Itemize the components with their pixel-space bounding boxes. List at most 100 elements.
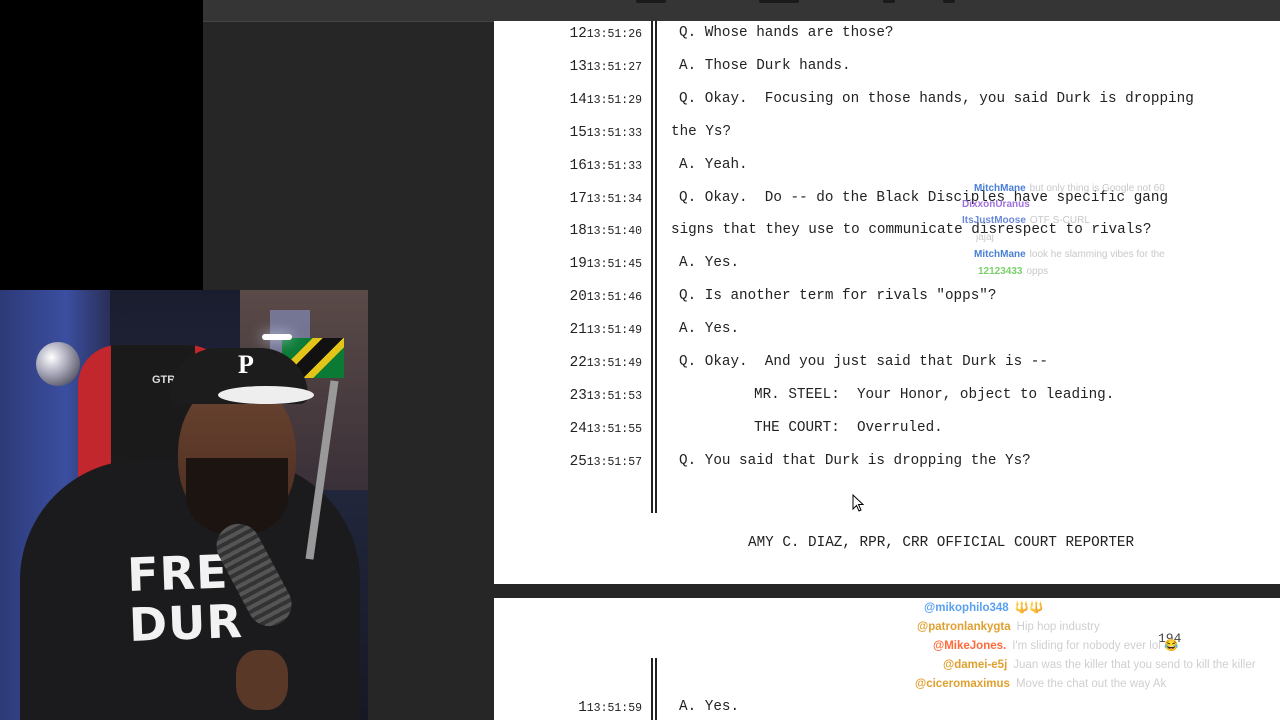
line-number: 1913:51:45 <box>570 257 642 271</box>
timestamp: 13:51:59 <box>586 702 642 715</box>
transcript-line: Q. Whose hands are those? <box>679 25 894 41</box>
chat-text: opps <box>1026 266 1049 277</box>
chat-text: jajaj <box>976 232 994 243</box>
mouse-cursor-icon <box>852 494 864 512</box>
toolbar-button[interactable] <box>759 0 799 3</box>
chat-message: 12123433 opps <box>978 267 1048 277</box>
pdf-toolbar <box>203 0 1280 22</box>
chat-username: @damei-e5j <box>943 659 1008 671</box>
chat-message: MitchMane but only thing is Google not 60 <box>974 184 1165 194</box>
line-number: 1613:51:33 <box>569 157 642 174</box>
chat-username: 12123433 <box>978 266 1023 277</box>
chat-username: MitchMane <box>974 249 1026 260</box>
timestamp: 13:51:57 <box>586 455 642 469</box>
line-number: 1313:51:27 <box>570 60 642 74</box>
line-number: 2313:51:53 <box>570 389 642 403</box>
timestamp: 13:51:45 <box>586 258 642 272</box>
line-number: 1413:51:29 <box>570 93 642 107</box>
toolbar-button[interactable] <box>883 0 895 3</box>
timestamp: 13:51:33 <box>586 159 642 173</box>
toolbar-button[interactable] <box>943 0 955 3</box>
chat-message: DixxonUranus <box>962 200 1030 210</box>
transcript-page: 1213:51:26 Q. Whose hands are those? 1313:… <box>494 21 1280 584</box>
chat-username: @mikophilo348 <box>924 602 1009 614</box>
line-number: 2413:51:55 <box>570 422 642 436</box>
timestamp: 13:51:27 <box>586 60 642 74</box>
chat-text: I'm sliding for nobody ever lol 😂 <box>1012 640 1179 652</box>
chat-text: 🔱🔱 <box>1014 602 1044 614</box>
chat-message: MitchMane look he slamming vibes for the <box>974 250 1165 260</box>
margin-rule <box>651 21 653 513</box>
transcript-line: A. Yes. <box>679 699 740 715</box>
chat-username: @patronlankygta <box>917 621 1011 633</box>
line-number: 2113:51:49 <box>570 323 642 337</box>
line-number-value: 1 <box>578 700 587 716</box>
line-number-value: 20 <box>569 289 587 306</box>
transcript-line: A. Yes. <box>679 321 740 338</box>
chat-text: but only thing is Google not 60 <box>1029 183 1165 194</box>
timestamp: 13:51:34 <box>586 192 642 206</box>
chat-text: Hip hop industry <box>1016 621 1100 633</box>
timestamp: 13:51:26 <box>586 28 642 41</box>
line-number: 1713:51:34 <box>569 190 642 207</box>
cap-logo: P <box>238 350 254 379</box>
chat-text: Move the chat out the way Ak <box>1015 678 1167 690</box>
timestamp: 13:51:55 <box>586 422 642 436</box>
timestamp: 13:51:40 <box>586 225 642 239</box>
timestamp: 13:51:29 <box>586 93 642 107</box>
transcript-line: A. Yes. <box>679 255 740 272</box>
chat-message: jajaj <box>972 233 994 243</box>
chat-username: ItsJustMoose <box>962 215 1026 226</box>
chat-message: @damei-e5j Juan was the killer that you s… <box>943 659 1256 672</box>
transcript-line: Q. You said that Durk is dropping the Ys… <box>679 452 1031 469</box>
line-number-value: 21 <box>569 322 587 339</box>
chat-text: look he slamming vibes for the <box>1029 249 1165 260</box>
transcript-line: A. Yeah. <box>679 156 748 173</box>
chat-message: @mikophilo348 🔱🔱 <box>924 602 1044 615</box>
line-number: 2013:51:46 <box>570 290 642 304</box>
timestamp: 13:51:53 <box>586 389 642 403</box>
line-number-value: 15 <box>569 124 587 141</box>
chat-username: @MikeJones. <box>933 640 1007 652</box>
line-number-value: 12 <box>569 26 587 42</box>
line-number-value: 18 <box>569 223 587 240</box>
transcript-line: Q. Okay. Focusing on those hands, you sa… <box>679 90 1194 107</box>
chat-username: MitchMane <box>974 183 1026 194</box>
margin-rule <box>651 658 653 720</box>
timestamp: 13:51:49 <box>586 324 642 338</box>
line-number: 2213:51:49 <box>570 356 642 370</box>
line-number-value: 13 <box>569 58 587 75</box>
chat-message: @ciceromaximus Move the chat out the way … <box>915 678 1167 691</box>
line-number-value: 23 <box>569 387 587 404</box>
chat-message: ItsJustMoose OTF S-CURL <box>962 216 1090 226</box>
disco-ball <box>36 342 80 386</box>
line-number: 1213:51:26 <box>570 27 642 41</box>
line-number: 2513:51:57 <box>570 455 642 469</box>
toolbar-button[interactable] <box>636 0 666 3</box>
line-number-value: 24 <box>569 420 587 437</box>
transcript-line: MR. STEEL: Your Honor, object to leading… <box>754 386 1115 403</box>
transcript-line: THE COURT: Overruled. <box>754 419 943 436</box>
line-number: 1813:51:40 <box>570 224 642 238</box>
transcript-line: A. Those Durk hands. <box>679 57 851 74</box>
transcript-line: Q. Okay. And you just said that Durk is … <box>679 354 1048 370</box>
chat-username: DixxonUranus <box>962 199 1030 210</box>
chat-message: @patronlankygta Hip hop industry <box>917 621 1100 634</box>
line-number-value: 25 <box>569 453 587 470</box>
line-number-value: 14 <box>569 91 587 108</box>
line-number-value: 22 <box>569 355 587 371</box>
chat-text: OTF S-CURL <box>1029 215 1090 226</box>
margin-rule <box>655 658 657 720</box>
transcript-line: the Ys? <box>671 123 732 140</box>
court-reporter-footer: AMY C. DIAZ, RPR, CRR OFFICIAL COURT REP… <box>748 535 1135 551</box>
timestamp: 13:51:49 <box>586 357 642 370</box>
timestamp: 13:51:33 <box>586 126 642 140</box>
chat-username: @ciceromaximus <box>915 678 1010 690</box>
chat-text: Juan was the killer that you send to kil… <box>1013 659 1256 671</box>
line-number-value: 17 <box>569 190 587 207</box>
line-number-value: 16 <box>569 157 587 174</box>
transcript-line: Q. Is another term for rivals "opps"? <box>679 288 997 305</box>
line-number: 1513:51:33 <box>570 126 642 140</box>
line-number-value: 19 <box>569 256 587 273</box>
chat-message: @MikeJones. I'm sliding for nobody ever l… <box>933 640 1179 653</box>
